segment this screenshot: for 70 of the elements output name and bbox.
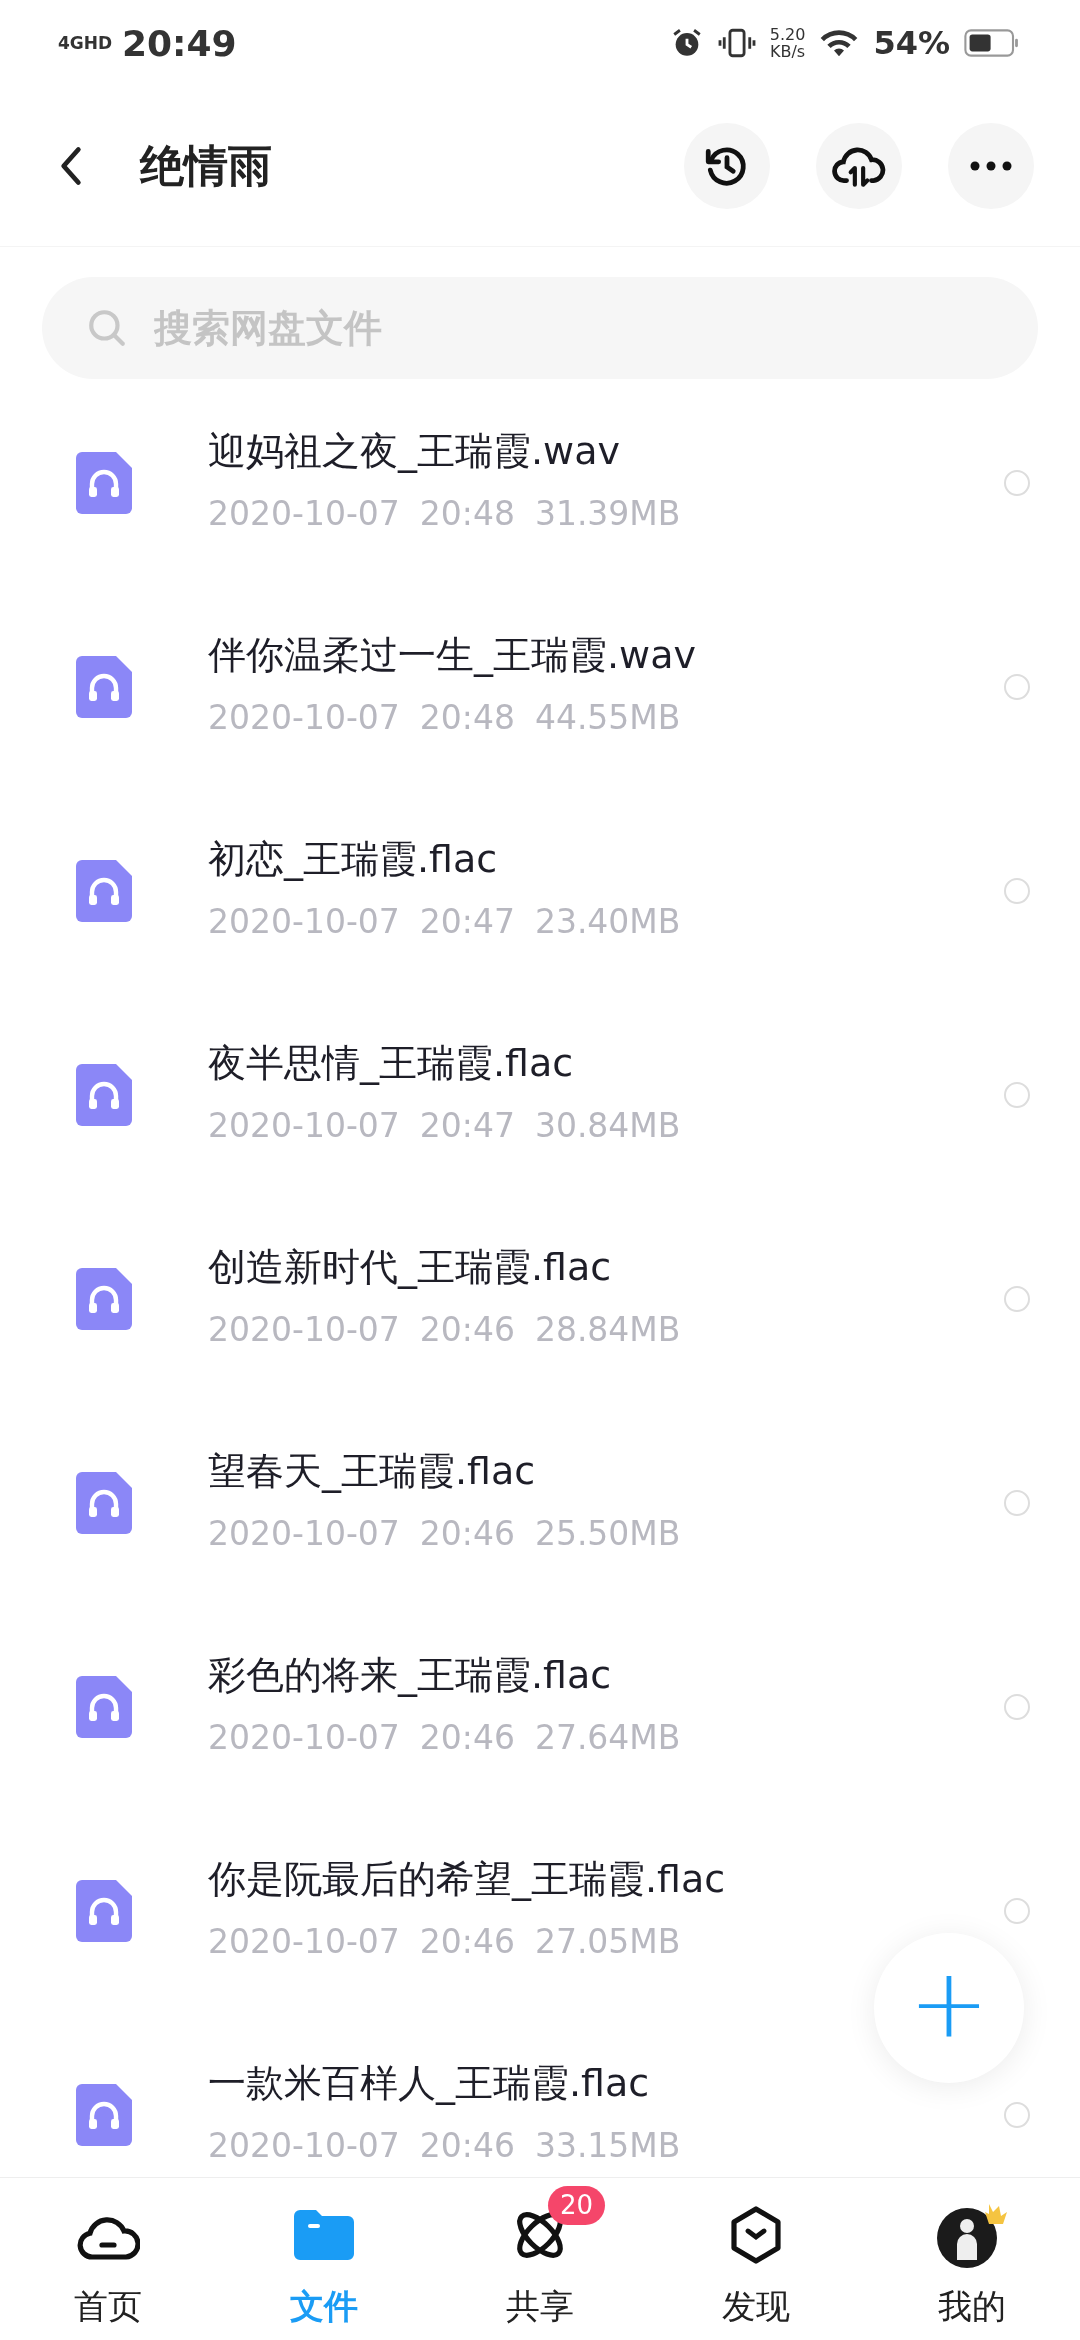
file-name: 夜半思情_王瑞霞.flac — [208, 1039, 575, 1087]
audio-file-icon — [76, 452, 132, 514]
select-circle[interactable] — [1004, 1286, 1030, 1312]
file-name: 创造新时代_王瑞霞.flac — [208, 1243, 613, 1291]
select-circle[interactable] — [1004, 878, 1030, 904]
hexagon-icon — [728, 2205, 784, 2265]
file-time: 20:46 — [419, 1514, 515, 1553]
file-size: 28.84MB — [534, 1310, 681, 1349]
vibrate-icon — [717, 26, 756, 60]
file-date: 2020-10-07 — [208, 698, 400, 737]
audio-file-icon — [76, 1880, 132, 1942]
battery-percent: 54% — [873, 24, 950, 62]
file-name: 彩色的将来_王瑞霞.flac — [208, 1651, 613, 1699]
audio-file-icon — [76, 656, 132, 718]
file-size: 27.05MB — [534, 1922, 681, 1961]
file-time: 20:47 — [419, 1106, 515, 1145]
select-circle[interactable] — [1004, 1490, 1030, 1516]
file-name: 一款米百样人_王瑞霞.flac — [208, 2059, 651, 2107]
nav-tab[interactable]: 20 共享 — [432, 2178, 648, 2331]
audio-file-icon — [76, 1064, 132, 1126]
file-time: 20:46 — [419, 1310, 515, 1349]
nav-tab[interactable]: 我的 — [864, 2178, 1080, 2331]
file-name: 望春天_王瑞霞.flac — [208, 1447, 537, 1495]
battery-icon — [964, 28, 1020, 58]
speed-unit: KB/s — [770, 43, 806, 60]
file-size: 25.50MB — [534, 1514, 681, 1553]
nav-tab[interactable]: 首页 — [0, 2178, 216, 2331]
status-time: 20:49 — [122, 22, 237, 64]
file-size: 44.55MB — [534, 698, 681, 737]
file-date: 2020-10-07 — [208, 1922, 400, 1961]
file-date: 2020-10-07 — [208, 1718, 400, 1757]
select-circle[interactable] — [1004, 674, 1030, 700]
file-name: 迎妈祖之夜_王瑞霞.wav — [208, 427, 621, 475]
select-circle[interactable] — [1004, 2102, 1030, 2128]
count-badge: 20 — [548, 2186, 606, 2226]
file-date: 2020-10-07 — [208, 1514, 400, 1553]
file-name: 伴你温柔过一生_王瑞霞.wav — [208, 631, 697, 679]
file-time: 20:46 — [419, 1922, 515, 1961]
file-date: 2020-10-07 — [208, 1106, 400, 1145]
audio-file-icon — [76, 1472, 132, 1534]
file-size: 27.64MB — [534, 1718, 681, 1757]
select-circle[interactable] — [1004, 1082, 1030, 1108]
file-time: 20:47 — [419, 902, 515, 941]
select-circle[interactable] — [1004, 1898, 1030, 1924]
audio-file-icon — [76, 860, 132, 922]
file-size: 23.40MB — [534, 902, 681, 941]
file-size: 33.15MB — [534, 2126, 681, 2165]
file-size: 31.39MB — [534, 494, 681, 533]
nav-tab[interactable]: 发现 — [648, 2178, 864, 2331]
file-time: 20:48 — [419, 494, 515, 533]
folder-title: 绝情雨 — [140, 138, 272, 193]
folder-icon — [294, 2210, 354, 2260]
file-date: 2020-10-07 — [208, 2126, 400, 2165]
file-time: 20:48 — [419, 698, 515, 737]
select-circle[interactable] — [1004, 470, 1030, 496]
file-size: 30.84MB — [534, 1106, 681, 1145]
file-date: 2020-10-07 — [208, 1310, 400, 1349]
speed-value: 5.20 — [769, 26, 806, 43]
file-date: 2020-10-07 — [208, 494, 400, 533]
file-date: 2020-10-07 — [208, 902, 400, 941]
audio-file-icon — [76, 1676, 132, 1738]
select-circle[interactable] — [1004, 1694, 1030, 1720]
file-time: 20:46 — [419, 1718, 515, 1757]
file-name: 你是阮最后的希望_王瑞霞.flac — [208, 1855, 727, 1903]
file-time: 20:46 — [419, 2126, 515, 2165]
audio-file-icon — [76, 1268, 132, 1330]
more-icon — [969, 160, 1013, 172]
search-icon — [86, 307, 128, 349]
audio-file-icon — [76, 2084, 132, 2146]
file-name: 初恋_王瑞霞.flac — [208, 835, 499, 883]
